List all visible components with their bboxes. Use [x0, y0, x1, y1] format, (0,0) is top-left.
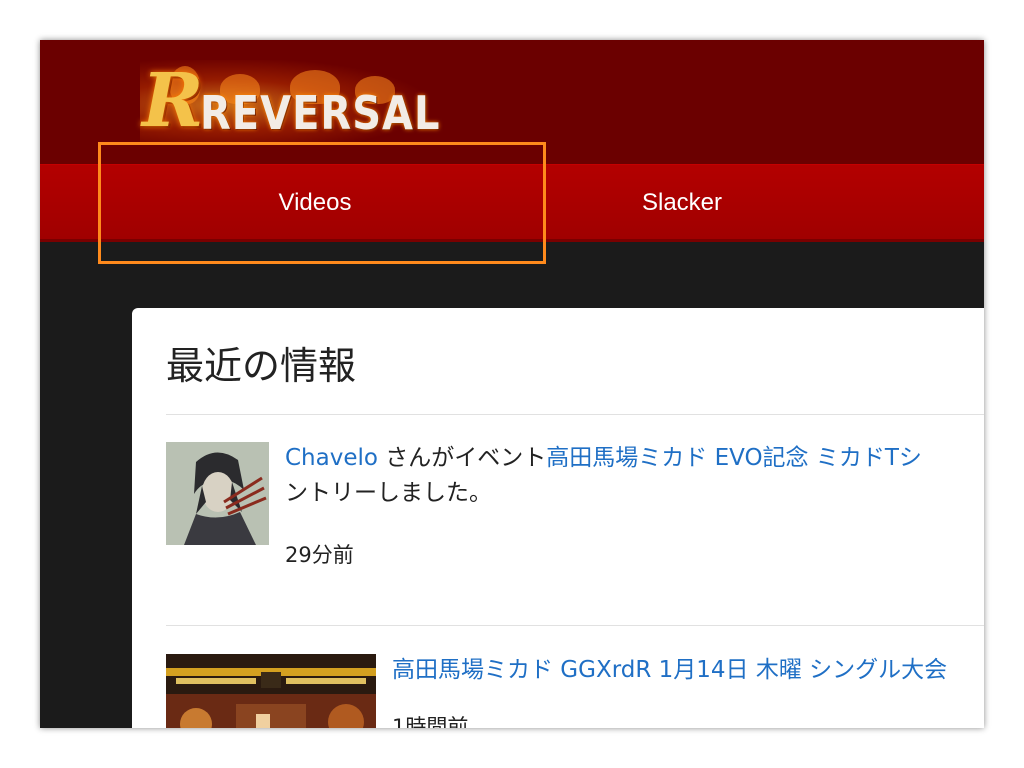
game-screenshot-icon[interactable]: [166, 654, 376, 728]
user-link[interactable]: Chavelo: [285, 445, 378, 471]
timestamp: 1時間前: [392, 715, 469, 728]
activity-entry-text: 高田馬場ミカド GGXrdR 1月14日 木曜 シングル大会: [392, 654, 947, 687]
event-link[interactable]: 高田馬場ミカド GGXrdR 1月14日 木曜 シングル大会: [392, 657, 947, 683]
user-avatar-icon[interactable]: [166, 442, 269, 545]
divider: [166, 625, 984, 626]
nav-item-label: Slacker: [641, 189, 723, 216]
event-link[interactable]: 高田馬場ミカド EVO記念 ミカドTシ: [546, 445, 922, 471]
divider: [166, 414, 984, 415]
page-title: 最近の情報: [166, 344, 357, 388]
highlight-annotation-box: [98, 142, 546, 264]
timestamp: 29分前: [285, 543, 354, 567]
recent-activity-card: 最近の情報 Chavelo さんがイベント高田馬場ミカド EVO記念 ミカドTシ…: [132, 308, 984, 728]
entry-text-mid: さんがイベント: [377, 445, 547, 471]
site-logo[interactable]: R REVERSAL: [140, 58, 439, 144]
logo-letter: R: [142, 58, 204, 144]
browser-viewport: R REVERSAL Videos Slacker 最近の情報 Chavelo …: [40, 40, 984, 728]
activity-entry-text-line2: ントリーしました。: [285, 480, 492, 506]
logo-wordmark: REVERSAL: [200, 87, 441, 141]
activity-entry-text: Chavelo さんがイベント高田馬場ミカド EVO記念 ミカドTシ: [285, 442, 922, 475]
